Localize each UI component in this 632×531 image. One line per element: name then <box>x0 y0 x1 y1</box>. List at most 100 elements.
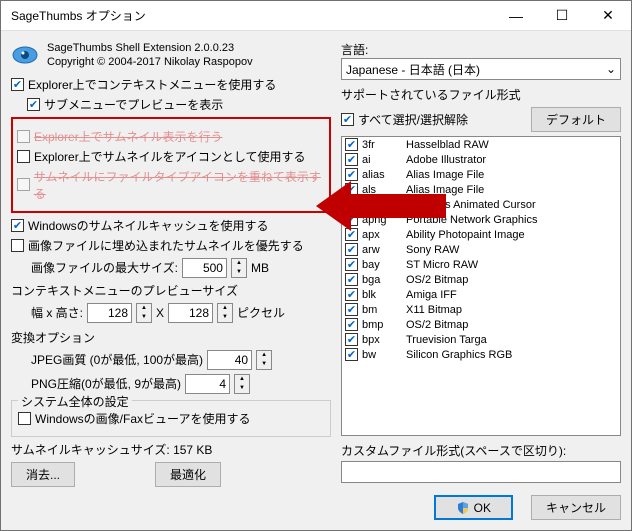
optimize-button[interactable]: 最適化 <box>155 462 221 487</box>
copyright-line: Copyright © 2004-2017 Nikolay Raspopov <box>47 55 253 69</box>
app-header: SageThumbs Shell Extension 2.0.0.23 Copy… <box>47 41 253 70</box>
height-spinner[interactable]: ▲▼ <box>217 303 233 323</box>
language-select[interactable]: Japanese - 日本語 (日本) ⌄ <box>341 58 621 80</box>
px-label: ピクセル <box>237 304 285 321</box>
png-spinner[interactable]: ▲▼ <box>234 374 250 394</box>
width-spinner[interactable]: ▲▼ <box>136 303 152 323</box>
format-row[interactable]: ✔ blk Amiga IFF <box>342 287 620 302</box>
checkbox-icon: ✔ <box>341 113 354 126</box>
supported-formats-label: サポートされているファイル形式 <box>341 86 621 103</box>
format-ext: bpx <box>362 334 402 346</box>
format-name: Truevision Targa <box>406 334 487 346</box>
format-row[interactable]: ✔ bm X11 Bitmap <box>342 302 620 317</box>
format-name: Sony RAW <box>406 244 459 256</box>
format-ext: bga <box>362 274 402 286</box>
checkbox-icon: ✔ <box>345 303 358 316</box>
cancel-button[interactable]: キャンセル <box>531 495 621 520</box>
format-name: Adobe Illustrator <box>406 154 486 166</box>
checkbox-icon: ✔ <box>345 243 358 256</box>
checkbox-icon: ✔ <box>345 348 358 361</box>
format-ext: bmp <box>362 319 402 331</box>
checkbox-icon: ✔ <box>11 219 24 232</box>
arrow-annotation <box>316 176 446 236</box>
system-groupbox: システム全体の設定 Windowsの画像/Faxビューアを使用する <box>11 400 331 437</box>
format-ext: bw <box>362 349 402 361</box>
format-name: OS/2 Bitmap <box>406 319 468 331</box>
jpeg-spinner[interactable]: ▲▼ <box>256 350 272 370</box>
chevron-down-icon: ⌄ <box>606 62 616 76</box>
ok-button[interactable]: OK <box>434 495 513 520</box>
checkbox-icon: ✔ <box>345 273 358 286</box>
embedded-thumb-checkbox[interactable]: 画像ファイルに埋め込まれたサムネイルを優先する <box>11 237 331 254</box>
png-input[interactable] <box>185 374 230 394</box>
checkbox-icon: ✔ <box>345 258 358 271</box>
custom-format-label: カスタムファイル形式(スペースで区切り): <box>341 442 621 459</box>
format-name: ST Micro RAW <box>406 259 478 271</box>
format-name: Silicon Graphics RGB <box>406 349 512 361</box>
checkbox-icon <box>18 412 31 425</box>
thumb-display-checkbox[interactable]: Explorer上でサムネイル表示を行う <box>17 128 325 145</box>
format-ext: blk <box>362 289 402 301</box>
context-menu-checkbox[interactable]: ✔ Explorer上でコンテキストメニューを使用する <box>11 76 331 93</box>
width-input[interactable] <box>87 303 132 323</box>
format-row[interactable]: ✔ bga OS/2 Bitmap <box>342 272 620 287</box>
minimize-button[interactable]: — <box>493 1 539 30</box>
titlebar: SageThumbs オプション — ☐ ✕ <box>1 1 631 31</box>
checkbox-icon: ✔ <box>345 318 358 331</box>
format-name: Hasselblad RAW <box>406 139 489 151</box>
max-size-input[interactable] <box>182 258 227 278</box>
default-button[interactable]: デフォルト <box>531 107 621 132</box>
checkbox-icon: ✔ <box>345 153 358 166</box>
overlay-icon-checkbox[interactable]: サムネイルにファイルタイプアイコンを重ねて表示する <box>17 168 325 202</box>
checkbox-icon: ✔ <box>27 98 40 111</box>
system-label: システム全体の設定 <box>18 393 132 410</box>
jpeg-input[interactable] <box>207 350 252 370</box>
checkbox-icon: ✔ <box>345 333 358 346</box>
format-row[interactable]: ✔ ai Adobe Illustrator <box>342 152 620 167</box>
format-row[interactable]: ✔ bay ST Micro RAW <box>342 257 620 272</box>
format-ext: bm <box>362 304 402 316</box>
product-line: SageThumbs Shell Extension 2.0.0.23 <box>47 41 253 55</box>
format-ext: bay <box>362 259 402 271</box>
custom-format-input[interactable] <box>341 461 621 483</box>
format-row[interactable]: ✔ bpx Truevision Targa <box>342 332 620 347</box>
wh-label: 幅 x 高さ: <box>31 304 83 321</box>
checkbox-icon: ✔ <box>345 138 358 151</box>
window-title: SageThumbs オプション <box>11 7 493 24</box>
jpeg-label: JPEG画質 (0が最低, 100が最高) <box>31 351 203 368</box>
language-label: 言語: <box>341 41 621 58</box>
format-name: Amiga IFF <box>406 289 457 301</box>
app-icon <box>11 41 39 69</box>
format-name: X11 Bitmap <box>406 304 462 316</box>
select-all-checkbox[interactable]: ✔ すべて選択/選択解除 <box>341 111 468 128</box>
format-row[interactable]: ✔ bmp OS/2 Bitmap <box>342 317 620 332</box>
checkbox-icon <box>11 239 24 252</box>
shield-icon <box>456 501 470 515</box>
maximize-button[interactable]: ☐ <box>539 1 585 30</box>
format-row[interactable]: ✔ 3fr Hasselblad RAW <box>342 137 620 152</box>
format-ext: arw <box>362 244 402 256</box>
format-row[interactable]: ✔ bw Silicon Graphics RGB <box>342 347 620 362</box>
preview-size-label: コンテキストメニューのプレビューサイズ <box>11 282 331 299</box>
max-size-spinner[interactable]: ▲▼ <box>231 258 247 278</box>
format-ext: ai <box>362 154 402 166</box>
height-input[interactable] <box>168 303 213 323</box>
checkbox-icon <box>17 150 30 163</box>
png-label: PNG圧縮(0が最低, 9が最高) <box>31 375 181 392</box>
format-ext: 3fr <box>362 139 402 151</box>
highlighted-group: Explorer上でサムネイル表示を行う Explorer上でサムネイルをアイコ… <box>11 117 331 213</box>
checkbox-icon: ✔ <box>345 288 358 301</box>
close-button[interactable]: ✕ <box>585 1 631 30</box>
checkbox-icon: ✔ <box>11 78 24 91</box>
format-row[interactable]: ✔ arw Sony RAW <box>342 242 620 257</box>
format-name: OS/2 Bitmap <box>406 274 468 286</box>
win-cache-checkbox[interactable]: ✔ Windowsのサムネイルキャッシュを使用する <box>11 217 331 234</box>
icon-thumb-checkbox[interactable]: Explorer上でサムネイルをアイコンとして使用する <box>17 148 325 165</box>
max-size-label: 画像ファイルの最大サイズ: <box>31 259 178 276</box>
cache-size-label: サムネイルキャッシュサイズ: 157 KB <box>11 441 331 458</box>
max-size-unit: MB <box>251 261 269 275</box>
checkbox-icon <box>17 130 30 143</box>
win-viewer-checkbox[interactable]: Windowsの画像/Faxビューアを使用する <box>18 410 324 427</box>
submenu-preview-checkbox[interactable]: ✔ サブメニューでプレビューを表示 <box>27 96 331 113</box>
clear-button[interactable]: 消去... <box>11 462 75 487</box>
